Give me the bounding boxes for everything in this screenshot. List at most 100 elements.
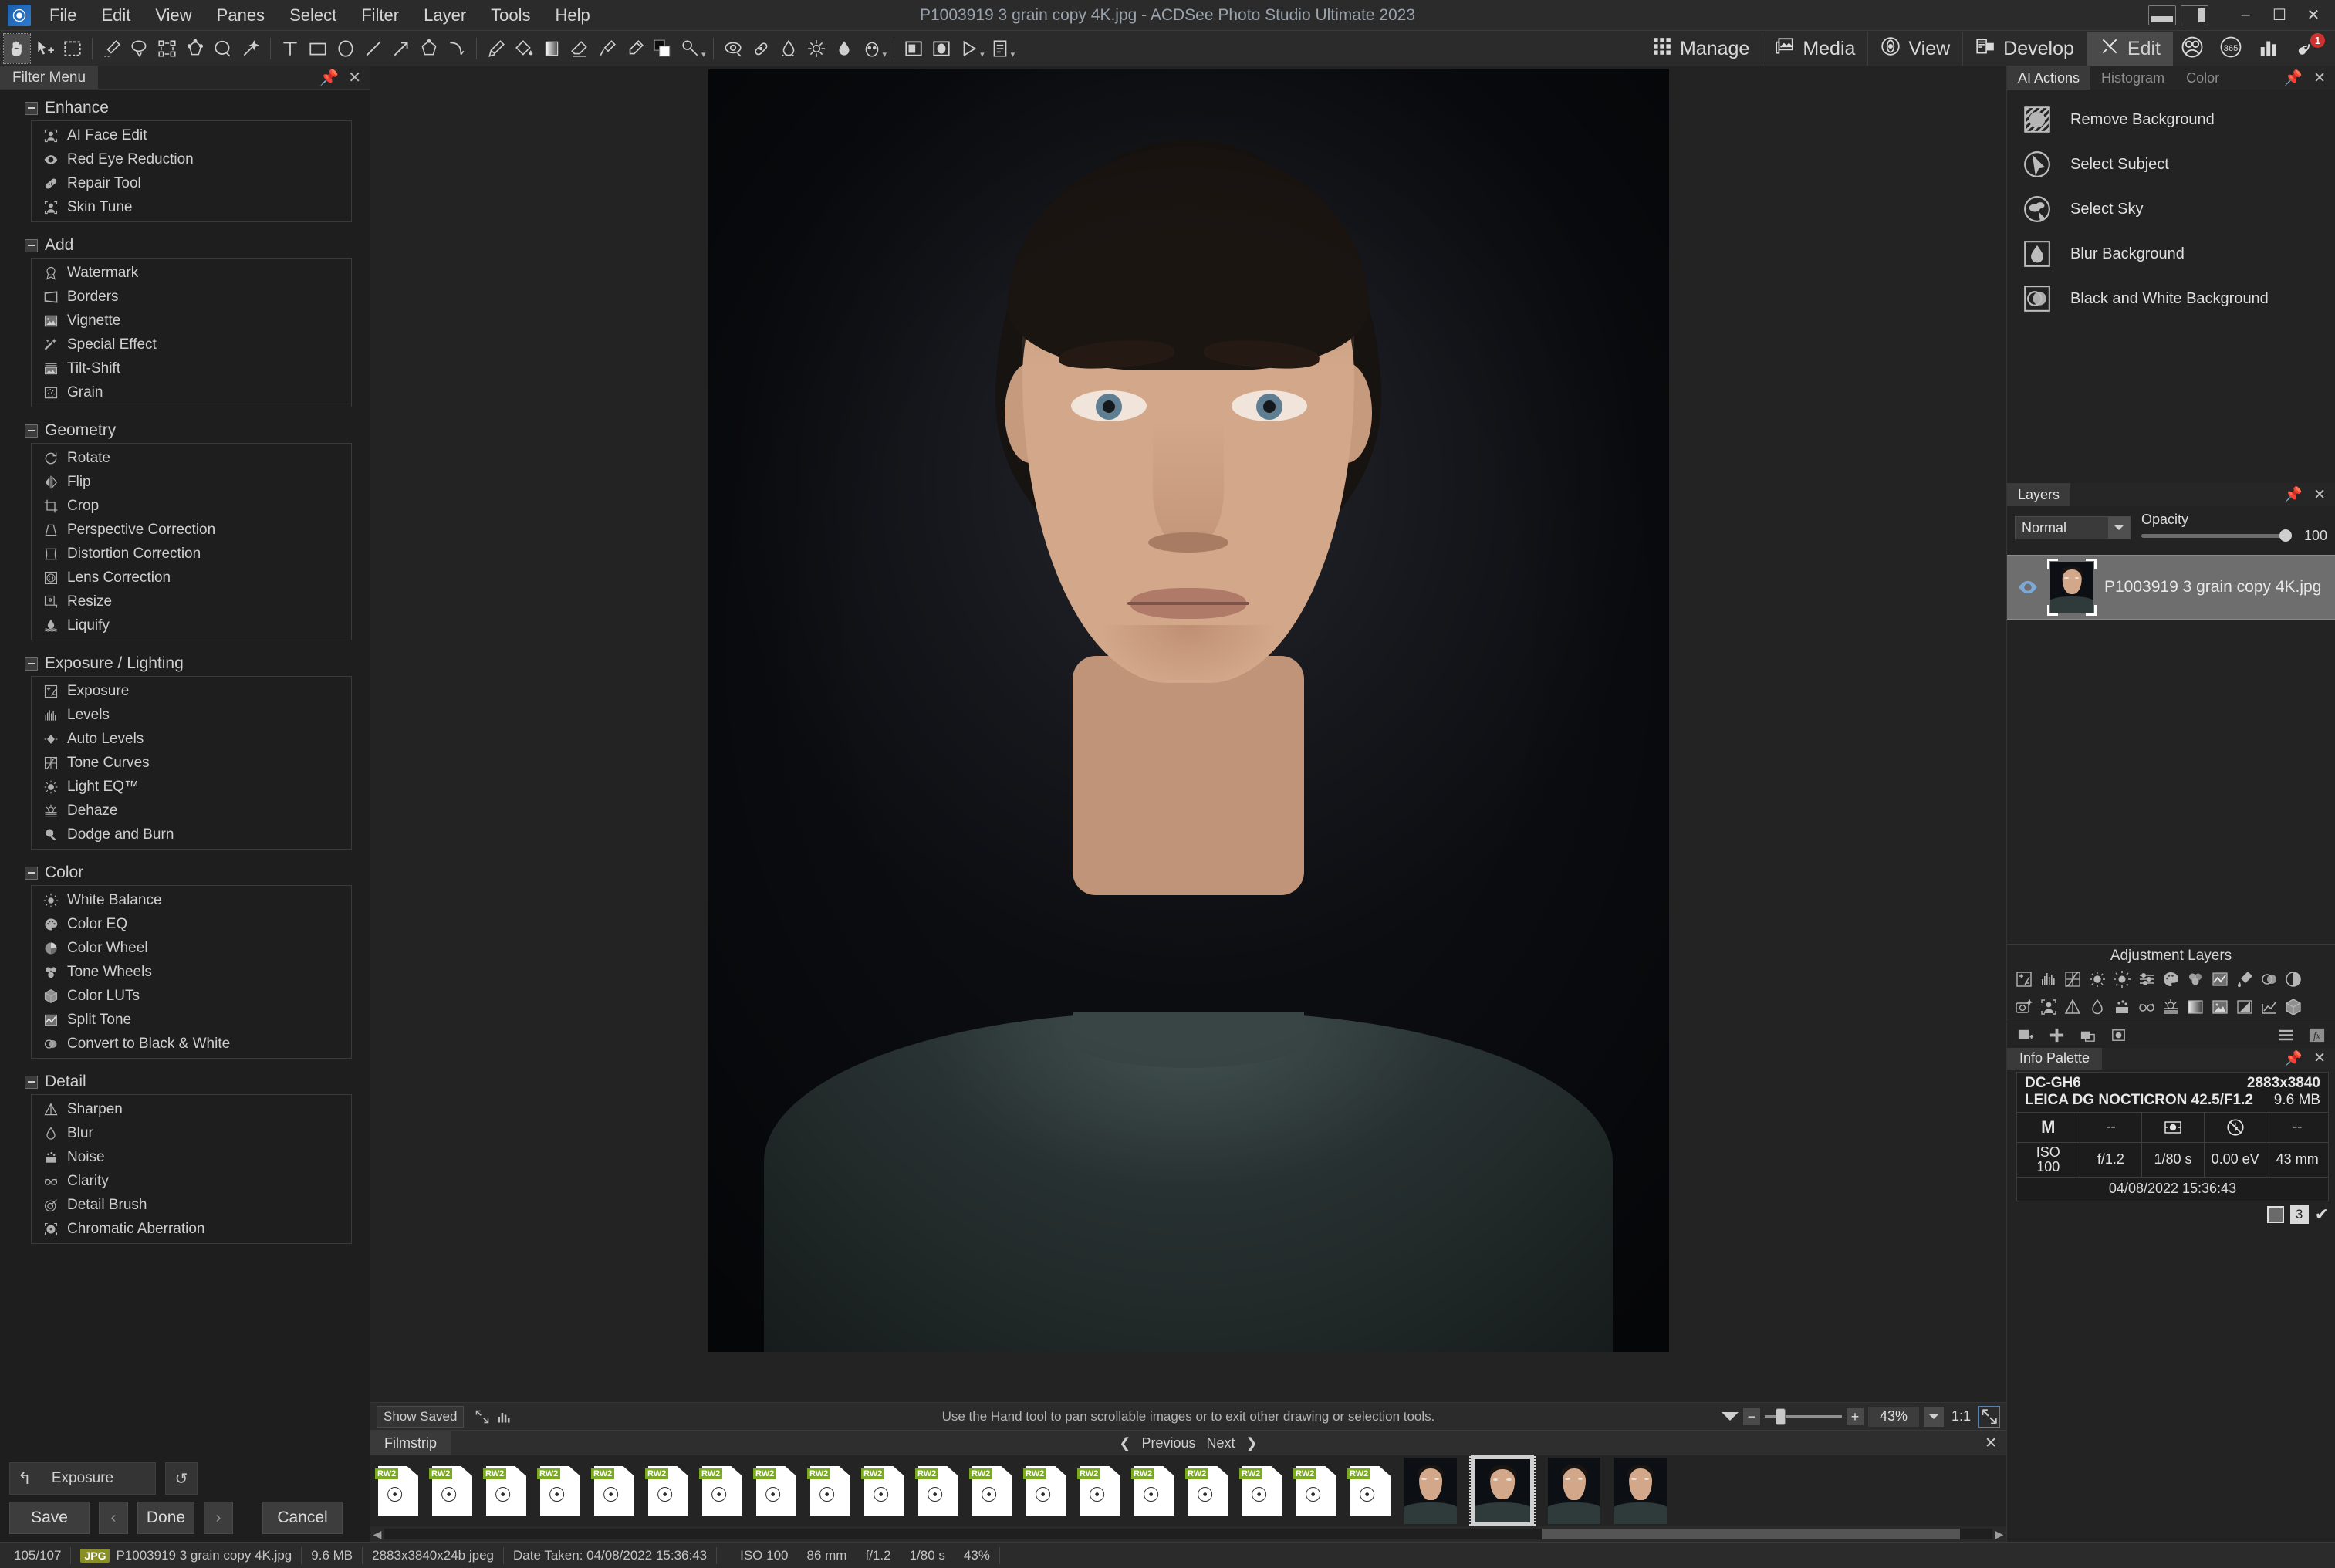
filmstrip-raw-placeholder[interactable]: ☉ RW2	[915, 1466, 958, 1516]
fx-icon[interactable]: fx	[2306, 1025, 2327, 1045]
color-swatch-indicator[interactable]	[2266, 1205, 2284, 1223]
filter-tone-curves[interactable]: Tone Curves	[32, 751, 351, 775]
sharpen-icon[interactable]	[2061, 995, 2086, 1019]
menu-select[interactable]: Select	[277, 0, 349, 30]
filmstrip-close-button[interactable]: ✕	[1985, 1435, 2006, 1452]
collapse-icon[interactable]	[25, 101, 38, 115]
clone-brush-tool[interactable]	[678, 34, 704, 63]
light-eq-icon[interactable]	[2085, 968, 2110, 991]
tab-histogram[interactable]: Histogram	[2090, 66, 2175, 90]
reset-button[interactable]: ↺	[165, 1462, 198, 1495]
layer-row[interactable]: P1003919 3 grain copy 4K.jpg	[2007, 554, 2335, 620]
contrast-icon[interactable]	[2281, 968, 2306, 991]
filmstrip-raw-placeholder[interactable]: ☉ RW2	[969, 1466, 1012, 1516]
save-button[interactable]: Save	[9, 1502, 90, 1534]
filmstrip-raw-placeholder[interactable]: ☉ RW2	[1131, 1466, 1174, 1516]
filter-clarity[interactable]: Clarity	[32, 1169, 351, 1193]
close-icon[interactable]: ✕	[2313, 1049, 2326, 1067]
filter-dehaze[interactable]: Dehaze	[32, 799, 351, 823]
tab-media[interactable]: Media	[1762, 32, 1867, 66]
brush-tool[interactable]	[483, 34, 509, 63]
group-header-color[interactable]: Color	[6, 859, 364, 885]
filter-color-luts[interactable]: Color LUTs	[32, 984, 351, 1008]
filter-color-wheel[interactable]: Color Wheel	[32, 936, 351, 960]
fill-tool[interactable]	[511, 34, 537, 63]
repair-tool[interactable]	[748, 34, 774, 63]
people-icon-button[interactable]	[2173, 32, 2212, 66]
sharpen-tool[interactable]	[803, 34, 830, 63]
scroll-right-arrow-icon[interactable]: ▶	[1992, 1528, 2006, 1541]
filmstrip-raw-placeholder[interactable]: ☉ RW2	[1347, 1466, 1391, 1516]
polygon-select-tool[interactable]	[182, 34, 208, 63]
special-effect-icon[interactable]	[2232, 995, 2257, 1019]
zoom-slider-thumb[interactable]	[1775, 1407, 1786, 1425]
ellipse-tool[interactable]	[333, 34, 359, 63]
filter-tilt-shift[interactable]: Tilt-Shift	[32, 357, 351, 380]
filter-liquify[interactable]: Liquify	[32, 613, 351, 637]
toolbar-caret-1[interactable]: ▾	[701, 49, 706, 66]
filter-grain[interactable]: Grain	[32, 380, 351, 404]
bw-icon[interactable]	[2257, 968, 2282, 991]
layer-visibility-icon[interactable]	[2016, 576, 2039, 598]
mask-icon[interactable]	[2107, 1025, 2129, 1045]
filter-perspective-correction[interactable]: Perspective Correction	[32, 518, 351, 542]
menu-edit[interactable]: Edit	[89, 0, 143, 30]
zoom-out-button[interactable]: −	[1742, 1407, 1760, 1425]
previous-image-button[interactable]: ‹	[99, 1502, 128, 1534]
menu-filter[interactable]: Filter	[349, 0, 411, 30]
scrollbar-thumb[interactable]	[1542, 1529, 1961, 1539]
menu-file[interactable]: File	[37, 0, 89, 30]
color-swatch[interactable]	[650, 34, 676, 63]
filter-red-eye-reduction[interactable]: Red Eye Reduction	[32, 147, 351, 171]
liquify-tool[interactable]	[776, 34, 802, 63]
filter-distortion-correction[interactable]: Distortion Correction	[32, 542, 351, 566]
arrow-tool[interactable]	[388, 34, 414, 63]
menu-icon[interactable]	[2275, 1025, 2296, 1045]
filmstrip-raw-placeholder[interactable]: ☉ RW2	[1077, 1466, 1120, 1516]
dropper-icon[interactable]	[2232, 968, 2257, 991]
chevron-down-icon[interactable]	[2108, 517, 2130, 539]
filmstrip-raw-placeholder[interactable]: ☉ RW2	[375, 1466, 418, 1516]
toolbar-caret-2[interactable]: ▾	[883, 49, 887, 66]
tab-layers[interactable]: Layers	[2007, 483, 2071, 506]
filter-skin-tune[interactable]: Skin Tune	[32, 195, 351, 219]
cancel-button[interactable]: Cancel	[262, 1502, 343, 1534]
tab-color[interactable]: Color	[2175, 66, 2230, 90]
histogram-icon[interactable]	[493, 1406, 515, 1428]
filter-sharpen[interactable]: Sharpen	[32, 1097, 351, 1121]
filter-watermark[interactable]: Watermark	[32, 261, 351, 285]
menu-view[interactable]: View	[143, 0, 204, 30]
close-icon[interactable]: ✕	[2313, 69, 2326, 87]
filter-color-eq[interactable]: Color EQ	[32, 912, 351, 936]
filter-vignette[interactable]: Vignette	[32, 309, 351, 333]
filter-dodge-and-burn[interactable]: Dodge and Burn	[32, 823, 351, 847]
tone-wheels-icon[interactable]	[2183, 968, 2208, 991]
chart-icon-button[interactable]	[2250, 32, 2289, 66]
filmstrip-raw-placeholder[interactable]: ☉ RW2	[429, 1466, 472, 1516]
collapse-icon[interactable]	[25, 424, 38, 438]
rectangle-tool[interactable]	[305, 34, 331, 63]
undo-arrow-icon[interactable]: ↰	[18, 1469, 32, 1489]
plus-icon[interactable]	[2046, 1025, 2067, 1045]
close-button[interactable]: ✕	[2296, 0, 2330, 31]
image-canvas[interactable]	[370, 66, 2006, 1402]
opacity-slider[interactable]	[2141, 529, 2292, 542]
filter-exposure[interactable]: Exposure	[32, 679, 351, 703]
scroll-left-arrow-icon[interactable]: ◀	[370, 1528, 384, 1541]
notifications-icon-button[interactable]: 1	[2289, 32, 2327, 66]
filmstrip-raw-placeholder[interactable]: ☉ RW2	[1185, 1466, 1228, 1516]
group-header-enhance[interactable]: Enhance	[6, 94, 364, 120]
filter-rotate[interactable]: Rotate	[32, 446, 351, 470]
menu-panes[interactable]: Panes	[204, 0, 277, 30]
filter-repair-tool[interactable]: Repair Tool	[32, 171, 351, 195]
ellipse-select-tool[interactable]	[210, 34, 236, 63]
group-header-add[interactable]: Add	[6, 231, 364, 258]
collapse-icon[interactable]	[25, 866, 38, 880]
menu-tools[interactable]: Tools	[478, 0, 542, 30]
collapse-icon[interactable]	[25, 1075, 38, 1089]
cube-icon[interactable]	[2281, 995, 2306, 1019]
filmstrip-raw-placeholder[interactable]: ☉ RW2	[861, 1466, 904, 1516]
filmstrip-raw-placeholder[interactable]: ☉ RW2	[1293, 1466, 1336, 1516]
close-icon[interactable]: ✕	[348, 68, 361, 87]
clarity-icon[interactable]	[2134, 995, 2159, 1019]
